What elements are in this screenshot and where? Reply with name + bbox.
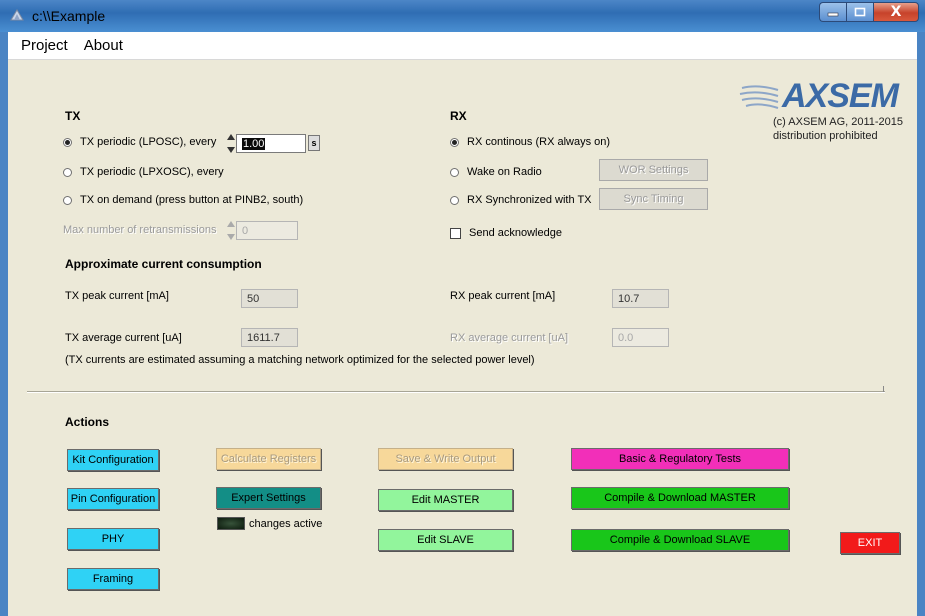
edit-master-button[interactable]: Edit MASTER	[378, 489, 513, 511]
divider-tick	[883, 386, 884, 392]
tx-interval-spinner[interactable]	[227, 134, 235, 153]
calculate-registers-button: Calculate Registers	[216, 448, 321, 470]
rx-header: RX	[450, 109, 467, 123]
checkbox-box	[450, 227, 461, 239]
rx-peak-value: 10.7	[612, 289, 669, 308]
kit-configuration-button[interactable]: Kit Configuration	[67, 449, 159, 471]
actions-header: Actions	[65, 415, 110, 429]
window-controls: X	[819, 2, 919, 22]
tx-peak-value: 50	[241, 289, 298, 308]
main-panel: AXSEM (c) AXSEM AG, 2011-2015 distributi…	[8, 60, 917, 616]
rx-radio-synchronized-label: RX Synchronized with TX	[467, 194, 592, 206]
maximize-icon	[854, 7, 866, 17]
menu-project[interactable]: Project	[18, 35, 71, 56]
retransmissions-spinner	[227, 221, 235, 240]
wor-settings-button: WOR Settings	[599, 159, 708, 181]
consumption-note: (TX currents are estimated assuming a ma…	[65, 354, 535, 366]
minimize-icon	[827, 12, 839, 17]
exit-button[interactable]: EXIT	[840, 532, 900, 554]
tx-peak-label: TX peak current [mA]	[65, 290, 169, 302]
section-divider	[27, 391, 885, 393]
framing-button[interactable]: Framing	[67, 568, 159, 590]
compile-download-slave-button[interactable]: Compile & Download SLAVE	[571, 529, 789, 551]
title-bar[interactable]: c:\\Example X	[0, 0, 925, 32]
rx-peak-label: RX peak current [mA]	[450, 290, 556, 302]
radio-dot	[450, 167, 459, 177]
tx-header: TX	[65, 109, 81, 123]
rx-radio-wake-on-radio[interactable]: Wake on Radio	[450, 166, 542, 178]
maximize-button[interactable]	[846, 2, 873, 22]
rx-average-value: 0.0	[612, 328, 669, 347]
tx-interval-input[interactable]: 1.00	[236, 134, 306, 153]
tx-radio-on-demand-label: TX on demand (press button at PINB2, sou…	[80, 194, 304, 206]
phy-button[interactable]: PHY	[67, 528, 159, 550]
copyright-text: (c) AXSEM AG, 2011-2015	[773, 116, 904, 128]
edit-slave-button[interactable]: Edit SLAVE	[378, 529, 513, 551]
axsem-logo-wave-icon	[739, 85, 779, 109]
distribution-notice: distribution prohibited	[773, 130, 878, 142]
logo-text: AXSEM	[782, 77, 899, 115]
tx-radio-lposc-label: TX periodic (LPOSC), every	[80, 136, 217, 148]
spin-up-icon[interactable]	[227, 134, 235, 140]
tx-average-label: TX average current [uA]	[65, 332, 182, 344]
rx-radio-synchronized[interactable]: RX Synchronized with TX	[450, 194, 592, 206]
radio-dot	[450, 137, 459, 147]
spin-down-icon	[227, 234, 235, 240]
axsem-logo: AXSEM	[738, 77, 918, 116]
spin-down-icon[interactable]	[227, 147, 235, 153]
radio-dot	[63, 195, 72, 205]
retransmissions-input: 0	[236, 221, 298, 240]
retransmissions-label: Max number of retransmissions	[63, 224, 217, 236]
close-icon: X	[890, 4, 902, 20]
radio-dot	[450, 195, 459, 205]
rx-average-label: RX average current [uA]	[450, 332, 569, 344]
tx-average-value: 1611.7	[241, 328, 298, 347]
rx-radio-continuous-label: RX continous (RX always on)	[467, 136, 611, 148]
send-acknowledge-checkbox[interactable]: Send acknowledge	[450, 227, 562, 239]
rx-radio-continuous[interactable]: RX continous (RX always on)	[450, 136, 610, 148]
send-acknowledge-label: Send acknowledge	[469, 227, 562, 239]
spin-up-icon	[227, 221, 235, 227]
tx-interval-unit: s	[308, 135, 320, 151]
minimize-button[interactable]	[819, 2, 846, 22]
radio-dot	[63, 137, 72, 147]
window-title: c:\\Example	[32, 8, 106, 24]
tx-radio-on-demand[interactable]: TX on demand (press button at PINB2, sou…	[63, 194, 303, 206]
compile-download-master-button[interactable]: Compile & Download MASTER	[571, 487, 789, 509]
expert-settings-button[interactable]: Expert Settings	[216, 487, 321, 509]
window-frame-left	[0, 32, 8, 616]
radio-dot	[63, 167, 72, 177]
tx-radio-lposc[interactable]: TX periodic (LPOSC), every	[63, 136, 216, 148]
tx-interval-value: 1.00	[242, 138, 266, 150]
changes-active-label: changes active	[249, 518, 323, 530]
app-icon	[10, 9, 24, 21]
window-frame-right	[917, 32, 925, 616]
rx-radio-wake-on-radio-label: Wake on Radio	[467, 166, 542, 178]
tx-radio-lpxosc-label: TX periodic (LPXOSC), every	[80, 166, 224, 178]
close-button[interactable]: X	[873, 2, 919, 22]
consumption-header: Approximate current consumption	[65, 257, 262, 271]
basic-regulatory-tests-button[interactable]: Basic & Regulatory Tests	[571, 448, 789, 470]
menu-bar: Project About	[8, 32, 917, 60]
changes-active-indicator	[217, 517, 245, 530]
tx-radio-lpxosc[interactable]: TX periodic (LPXOSC), every	[63, 166, 224, 178]
menu-about[interactable]: About	[81, 35, 126, 56]
pin-configuration-button[interactable]: Pin Configuration	[67, 488, 159, 510]
sync-timing-button: Sync Timing	[599, 188, 708, 210]
save-write-output-button: Save & Write Output	[378, 448, 513, 470]
